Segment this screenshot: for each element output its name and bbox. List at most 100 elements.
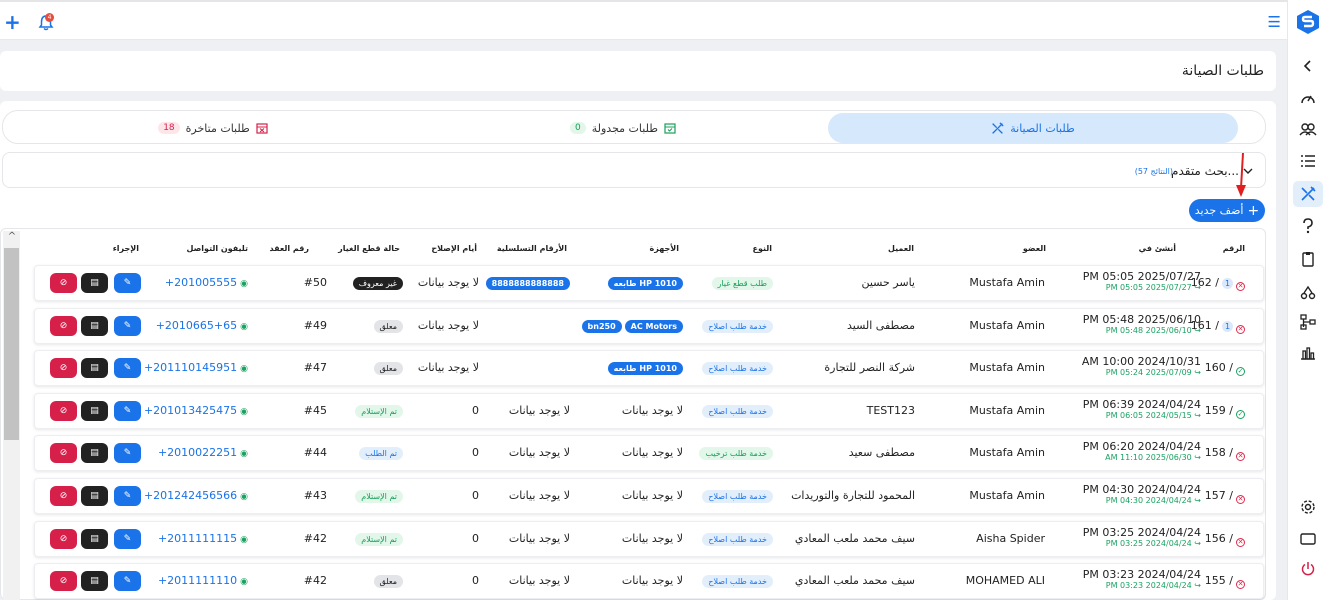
chart-icon[interactable] <box>1297 342 1319 364</box>
contact-phone[interactable]: +2011111115 ◉ <box>158 532 248 545</box>
print-button[interactable]: ▤ <box>81 486 108 506</box>
contact-phone[interactable]: +201013425475 ◉ <box>144 404 248 417</box>
pending-status-icon: ✕ <box>1236 452 1245 461</box>
print-button[interactable]: ▤ <box>81 401 108 421</box>
tab-scheduled-requests[interactable]: 0 طلبات مجدولة <box>423 113 823 143</box>
print-button[interactable]: ▤ <box>81 358 108 378</box>
tools-icon <box>992 121 1004 134</box>
phone-number: +201013425475 <box>143 404 238 417</box>
table-row[interactable]: 158 /✕ PM 06:20 2024/04/24 AM 11:10 2025/0… <box>34 435 1264 471</box>
spare-parts-status: تم الإستلام <box>355 404 403 418</box>
cancel-button[interactable]: ⊘ <box>50 529 77 549</box>
type-badge: خدمة طلب اصلاح <box>702 405 773 418</box>
edit-button[interactable]: ✎ <box>114 316 141 336</box>
list-icon[interactable] <box>1297 150 1319 172</box>
add-new-button[interactable]: أضف جديد + <box>1189 199 1265 222</box>
cancel-button[interactable]: ⊘ <box>50 571 77 591</box>
repair-days: لا يوجد بيانات <box>417 319 479 332</box>
contact-phone[interactable]: +201242456566 ◉ <box>144 489 248 502</box>
power-icon[interactable] <box>1297 558 1319 580</box>
table-row[interactable]: 157 /✕ PM 04:30 2024/04/24 PM 04:30 2024/0… <box>34 478 1264 514</box>
serial-numbers: لا يوجد بيانات <box>509 404 570 417</box>
contact-phone[interactable]: +2010022251 ◉ <box>158 446 248 459</box>
menu-icon[interactable]: ☰ <box>1268 15 1281 30</box>
client-name: مصطفى السيد <box>847 319 915 332</box>
type-badge: خدمة طلب اصلاح <box>702 490 773 503</box>
results-count: (57 النتائج) <box>1134 167 1173 176</box>
pending-status-icon: ✕ <box>1236 538 1245 547</box>
help-icon[interactable] <box>1297 215 1319 237</box>
table-row[interactable]: 162 /1 ✕ PM 05:05 2025/07/27 PM 05:05 2025/… <box>34 265 1264 301</box>
spare-parts-status: تم الطلب <box>359 446 403 460</box>
network-icon[interactable] <box>1297 311 1319 333</box>
edit-button[interactable]: ✎ <box>114 486 141 506</box>
print-button[interactable]: ▤ <box>81 443 108 463</box>
tools-icon[interactable] <box>1293 181 1323 207</box>
tab-maintenance-requests[interactable]: طلبات الصيانة <box>828 113 1238 143</box>
cancel-button[interactable]: ⊘ <box>50 443 77 463</box>
whatsapp-icon: ◉ <box>240 407 248 417</box>
header-spare-status: حالة قطع الغيار <box>338 244 400 253</box>
request-type: خدمة طلب اصلاح <box>702 361 773 375</box>
tab-label: طلبات متاخرة <box>185 121 250 135</box>
calendar-x-icon <box>256 123 268 134</box>
edit-button[interactable]: ✎ <box>114 273 141 293</box>
request-type: خدمة طلب اصلاح <box>702 489 773 503</box>
table-row[interactable]: 156 /✕ PM 03:25 2024/04/24 PM 03:25 2024/0… <box>34 521 1264 557</box>
header-num: الرقم <box>1222 244 1245 253</box>
tab-late-requests[interactable]: 18 طلبات متاخرة <box>13 113 413 143</box>
cancel-button[interactable]: ⊘ <box>50 316 77 336</box>
pending-status-icon: ✕ <box>1236 495 1245 504</box>
scroll-up-icon[interactable]: ^ <box>4 231 20 245</box>
devices-empty: لا يوجد بيانات <box>621 532 683 545</box>
spare-parts-status: تم الإستلام <box>355 489 403 503</box>
scrollbar-thumb[interactable] <box>4 248 19 440</box>
repair-days: لا يوجد بيانات <box>417 276 479 289</box>
notification-badge: 4 <box>45 13 54 22</box>
add-icon[interactable]: + <box>4 12 21 32</box>
tabs: طلبات الصيانة 0 طلبات مجدولة 18 طلبات مت… <box>2 110 1266 144</box>
contact-phone[interactable]: +2010665+65 ◉ <box>156 319 248 332</box>
dashboard-icon[interactable] <box>1297 87 1319 109</box>
phone-number: +2011111115 <box>157 532 238 545</box>
table-row[interactable]: 159 /✓ PM 06:39 2024/04/24 PM 06:05 2024/0… <box>34 393 1264 429</box>
contact-phone[interactable]: +201110145951 ◉ <box>144 361 248 374</box>
request-number: 156 / <box>1204 532 1233 545</box>
whatsapp-icon: ◉ <box>240 492 248 502</box>
type-badge: خدمة طلب اصلاح <box>702 533 773 546</box>
print-button[interactable]: ▤ <box>81 529 108 549</box>
chevron-left-icon[interactable] <box>1297 55 1319 77</box>
clipboard-icon[interactable] <box>1297 248 1319 270</box>
edit-button[interactable]: ✎ <box>114 529 141 549</box>
cancel-button[interactable]: ⊘ <box>50 358 77 378</box>
devices-empty: لا يوجد بيانات <box>621 446 683 459</box>
contact-phone[interactable]: +2011111110 ◉ <box>158 574 248 587</box>
print-button[interactable]: ▤ <box>81 571 108 591</box>
cancel-button[interactable]: ⊘ <box>50 273 77 293</box>
devices-empty: لا يوجد بيانات <box>621 574 683 587</box>
users-icon[interactable] <box>1297 118 1319 140</box>
contract-number: #50 <box>303 276 327 289</box>
edit-button[interactable]: ✎ <box>114 358 141 378</box>
devices-empty: لا يوجد بيانات <box>621 404 683 417</box>
client-name: سيف محمد ملعب المعادي <box>794 574 915 587</box>
table-row[interactable]: 161 /1 ✕ PM 05:48 2025/06/10 PM 05:48 2025/… <box>34 308 1264 344</box>
spare-parts-status: معلق <box>373 361 403 375</box>
table-row[interactable]: 155 /✕ PM 03:23 2024/04/24 PM 03:23 2024/0… <box>34 563 1264 599</box>
contact-phone[interactable]: +201005555 ◉ <box>165 276 248 289</box>
created-date: PM 06:20 2024/04/24 AM 11:10 2025/06/30 ↪ <box>1083 440 1201 462</box>
cancel-button[interactable]: ⊘ <box>50 401 77 421</box>
display-icon[interactable] <box>1297 528 1319 550</box>
advanced-search-bar[interactable]: بحث متقدم... (57 النتائج) <box>2 152 1266 188</box>
status-indicator: ✕ <box>1232 448 1245 461</box>
edit-button[interactable]: ✎ <box>114 443 141 463</box>
edit-button[interactable]: ✎ <box>114 571 141 591</box>
print-button[interactable]: ▤ <box>81 273 108 293</box>
delivery-icon[interactable] <box>1297 281 1319 303</box>
table-row[interactable]: 160 /✓ AM 10:00 2024/10/31 PM 05:24 2025/0… <box>34 350 1264 386</box>
print-button[interactable]: ▤ <box>81 316 108 336</box>
gear-icon[interactable] <box>1297 496 1319 518</box>
serials-empty: لا يوجد بيانات <box>508 489 570 502</box>
edit-button[interactable]: ✎ <box>114 401 141 421</box>
cancel-button[interactable]: ⊘ <box>50 486 77 506</box>
